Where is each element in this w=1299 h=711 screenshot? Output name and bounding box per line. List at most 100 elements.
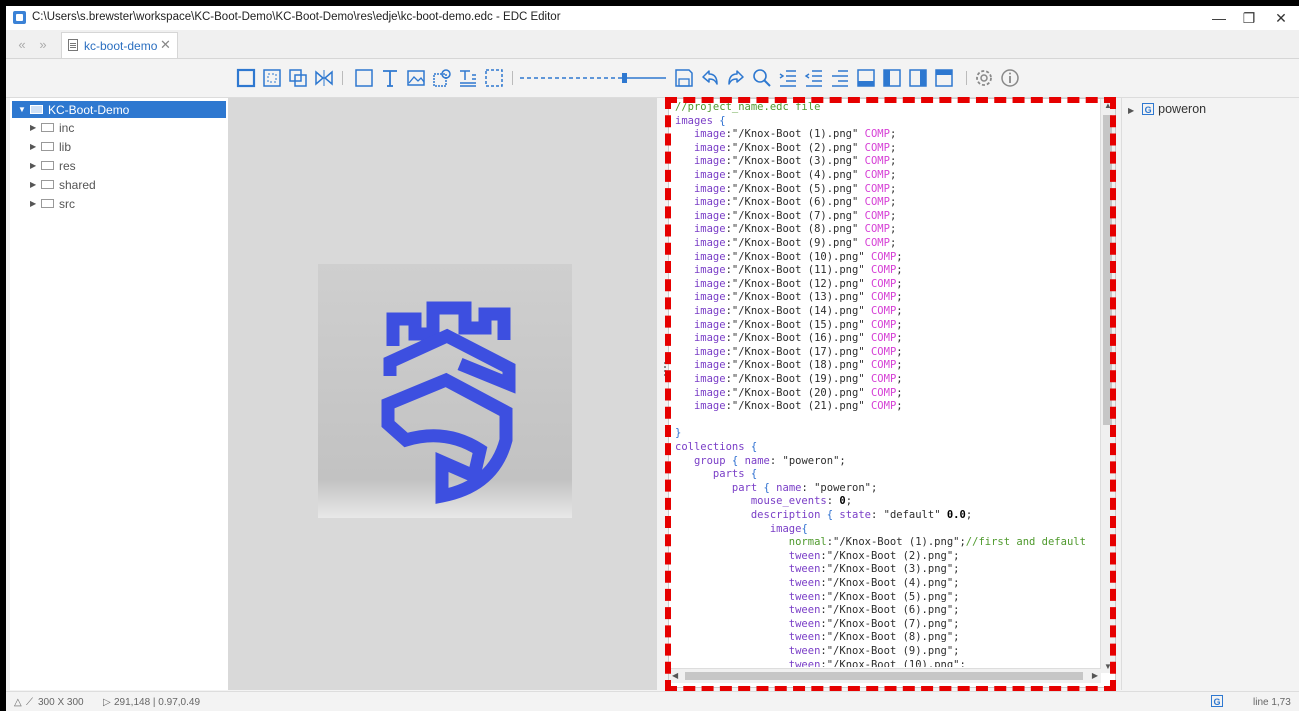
code-token: COMP (870, 400, 897, 413)
resize-icon: ⟋ (26, 697, 33, 708)
code-line: parts { (675, 468, 757, 482)
bottom-panel-icon[interactable] (856, 68, 876, 88)
code-token: COMP (864, 182, 890, 195)
group-icon: G (1142, 103, 1155, 115)
tree-item-lib[interactable]: ▶ lib (10, 138, 210, 155)
collapsed-arrow-icon[interactable]: ▶ (30, 123, 36, 132)
tree-item-res[interactable]: ▶ res (10, 157, 210, 174)
outdent-icon[interactable] (804, 68, 824, 88)
code-token: images (675, 114, 720, 127)
image-preview[interactable] (318, 264, 572, 518)
image-settings-icon[interactable] (432, 68, 452, 88)
vertical-scroll-thumb[interactable] (1103, 115, 1112, 425)
tab-close-icon[interactable]: ✕ (160, 37, 171, 53)
save-icon[interactable] (674, 68, 694, 88)
right-panel-icon[interactable] (908, 68, 928, 88)
tree-item-shared[interactable]: ▶ shared (10, 176, 210, 193)
code-token: :"/Knox-Boot (8).png" (725, 223, 865, 236)
code-token: :"/Knox-Boot (7).png" (725, 209, 865, 222)
indent-icon[interactable] (778, 68, 798, 88)
collapsed-arrow-icon[interactable]: ▶ (1128, 106, 1134, 115)
close-button[interactable]: ✕ (1266, 8, 1296, 28)
code-token: ; (896, 359, 903, 372)
tab-kc-boot-demo[interactable]: kc-boot-demo ✕ (61, 32, 178, 58)
tab-back-button[interactable]: « (15, 37, 29, 52)
code-token: COMP (864, 141, 890, 154)
code-line: image:"/Knox-Boot (14).png" COMP; (675, 305, 903, 319)
code-token: tween (675, 577, 821, 589)
code-token: : "poweron"; (769, 454, 846, 467)
text-tool-icon[interactable] (380, 68, 400, 88)
collapsed-arrow-icon[interactable]: ▶ (30, 142, 36, 151)
scroll-up-icon[interactable]: ▲ (1104, 101, 1112, 110)
settings-gear-icon[interactable] (974, 68, 994, 88)
tree-item-src[interactable]: ▶ src (10, 195, 210, 212)
toolbar-separator (966, 71, 967, 85)
code-token: image (675, 400, 726, 413)
top-panel-icon[interactable] (934, 68, 954, 88)
code-line: image:"/Knox-Boot (6).png" COMP; (675, 196, 896, 210)
code-token: ; (896, 277, 903, 290)
code-line: tween:"/Knox-Boot (5).png"; (675, 591, 960, 605)
code-token: state (839, 509, 871, 521)
title-bar: C:\Users\s.brewster\workspace\KC-Boot-De… (6, 6, 1299, 30)
code-line: images { (675, 115, 726, 129)
code-editor[interactable]: //project_name.edc file images { image:"/… (668, 98, 1116, 688)
outline-item-poweron[interactable]: ▶ Gpoweron (1128, 102, 1206, 116)
code-token: :"/Knox-Boot (1).png" (725, 128, 865, 141)
minimize-button[interactable]: — (1204, 8, 1234, 28)
select-tool-icon[interactable] (262, 68, 282, 88)
collapsed-arrow-icon[interactable]: ▶ (30, 180, 36, 189)
code-token: :"/Knox-Boot (5).png" (725, 182, 865, 195)
scroll-down-icon[interactable]: ▼ (1104, 662, 1112, 671)
code-token: image (675, 318, 726, 331)
code-token: tween (675, 658, 821, 667)
code-line: image:"/Knox-Boot (20).png" COMP; (675, 387, 903, 401)
mirror-tool-icon[interactable] (314, 68, 334, 88)
collapsed-arrow-icon[interactable]: ▶ (30, 161, 36, 170)
tree-item-label: inc (59, 121, 75, 135)
left-panel-icon[interactable] (882, 68, 902, 88)
scroll-right-icon[interactable]: ▶ (1092, 671, 1098, 680)
info-icon[interactable] (1000, 68, 1020, 88)
code-text-area[interactable]: //project_name.edc file images { image:"/… (669, 99, 1101, 667)
code-token: COMP (864, 196, 890, 209)
code-token: group (675, 454, 732, 467)
rectangle-icon[interactable] (354, 68, 374, 88)
code-token: image (675, 522, 802, 535)
zoom-slider[interactable] (518, 72, 668, 84)
restore-button[interactable]: ❐ (1234, 8, 1264, 28)
horizontal-scroll-thumb[interactable] (685, 672, 1083, 680)
group-tool-icon[interactable] (288, 68, 308, 88)
spacer-icon[interactable] (484, 68, 504, 88)
vertical-scrollbar[interactable]: ▲ ▼ (1100, 99, 1115, 673)
redo-icon[interactable] (726, 68, 746, 88)
code-token: ; (965, 509, 973, 521)
code-token: normal (675, 536, 827, 549)
horizontal-scrollbar[interactable]: ◀ ▶ (669, 668, 1101, 683)
code-token: :"/Knox-Boot (19).png" (725, 373, 871, 385)
expanded-arrow-icon[interactable]: ▼ (18, 105, 26, 114)
code-line: image:"/Knox-Boot (7).png" COMP; (675, 210, 896, 224)
undo-icon[interactable] (700, 68, 720, 88)
code-line: image:"/Knox-Boot (1).png" COMP; (675, 128, 896, 142)
tree-root-kc-boot-demo[interactable]: ▼ KC-Boot-Demo (12, 101, 226, 118)
find-icon[interactable] (752, 68, 772, 88)
code-token: :"/Knox-Boot (3).png" (725, 155, 865, 168)
scroll-left-icon[interactable]: ◀ (672, 671, 678, 680)
format-icon[interactable] (830, 68, 850, 88)
code-line: image:"/Knox-Boot (15).png" COMP; (675, 319, 903, 333)
design-canvas[interactable] (229, 98, 657, 690)
code-token: :"/Knox-Boot (16).png" (725, 332, 871, 345)
tree-item-inc[interactable]: ▶ inc (10, 119, 210, 136)
code-line: image{ (675, 523, 808, 537)
code-token: COMP (870, 250, 897, 263)
textblock-icon[interactable] (458, 68, 478, 88)
code-token: COMP (870, 264, 897, 277)
collapsed-arrow-icon[interactable]: ▶ (30, 199, 36, 208)
tab-row: « » kc-boot-demo ✕ (6, 30, 1299, 59)
rect-tool-icon[interactable] (236, 68, 256, 88)
image-tool-icon[interactable] (406, 68, 426, 88)
code-line: image:"/Knox-Boot (19).png" COMP; (675, 373, 903, 387)
tab-forward-button[interactable]: » (36, 37, 50, 52)
